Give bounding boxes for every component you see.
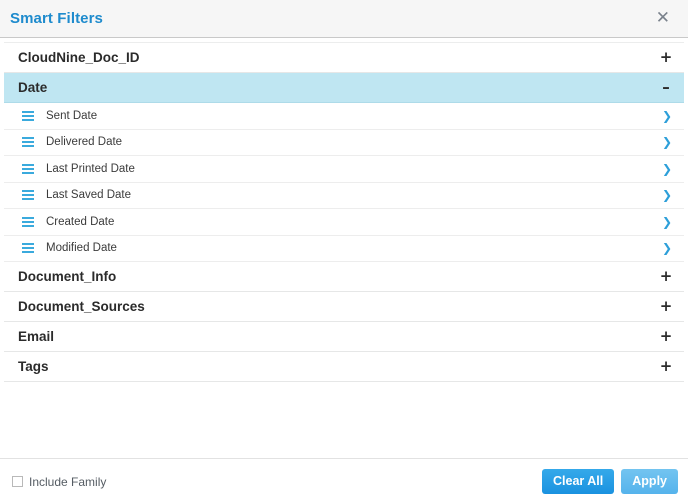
filters-list: CloudNine_Doc_ID + Date – Sent Date ❯ Delivere… bbox=[4, 42, 684, 382]
plus-icon[interactable]: + bbox=[658, 359, 674, 374]
chevron-right-icon[interactable]: ❯ bbox=[662, 216, 672, 228]
include-family-label: Include Family bbox=[29, 474, 107, 489]
footer-actions: Clear All Apply bbox=[542, 468, 678, 495]
plus-icon[interactable]: + bbox=[658, 269, 674, 284]
filter-item-last-saved-date[interactable]: Last Saved Date ❯ bbox=[4, 182, 684, 209]
grip-icon[interactable] bbox=[22, 243, 34, 254]
filter-item-modified-date[interactable]: Modified Date ❯ bbox=[4, 235, 684, 262]
filter-item-last-printed-date[interactable]: Last Printed Date ❯ bbox=[4, 156, 684, 183]
checkbox-box[interactable] bbox=[12, 476, 23, 487]
filter-category-cloudnine-doc-id[interactable]: CloudNine_Doc_ID + bbox=[4, 43, 684, 73]
filter-category-label: Date bbox=[18, 80, 48, 95]
chevron-right-icon[interactable]: ❯ bbox=[662, 242, 672, 254]
filters-scroll-area: CloudNine_Doc_ID + Date – Sent Date ❯ Delivere… bbox=[0, 38, 688, 458]
plus-icon[interactable]: + bbox=[658, 50, 674, 65]
clear-all-button[interactable]: Clear All bbox=[542, 468, 615, 495]
chevron-right-icon[interactable]: ❯ bbox=[662, 189, 672, 201]
filter-category-document-info[interactable]: Document_Info + bbox=[4, 262, 684, 292]
filter-item-label: Delivered Date bbox=[46, 136, 123, 149]
filter-category-label: CloudNine_Doc_ID bbox=[18, 50, 140, 65]
filter-category-tags[interactable]: Tags + bbox=[4, 352, 684, 382]
filter-item-label: Modified Date bbox=[46, 242, 117, 255]
panel-titlebar: Smart Filters ✕ bbox=[0, 0, 688, 38]
filter-item-label: Created Date bbox=[46, 215, 115, 228]
plus-icon[interactable]: + bbox=[658, 299, 674, 314]
filter-category-email[interactable]: Email + bbox=[4, 322, 684, 352]
apply-button[interactable]: Apply bbox=[621, 468, 678, 495]
chevron-right-icon[interactable]: ❯ bbox=[662, 163, 672, 175]
filter-category-label: Tags bbox=[18, 359, 49, 374]
include-family-checkbox[interactable]: Include Family bbox=[12, 475, 106, 489]
filter-item-created-date[interactable]: Created Date ❯ bbox=[4, 209, 684, 236]
chevron-right-icon[interactable]: ❯ bbox=[662, 110, 672, 122]
grip-icon[interactable] bbox=[22, 190, 34, 201]
grip-icon[interactable] bbox=[22, 137, 34, 148]
smart-filters-panel: Smart Filters ✕ CloudNine_Doc_ID + Date – Se… bbox=[0, 0, 688, 504]
close-icon[interactable]: ✕ bbox=[652, 8, 674, 29]
filter-item-label: Last Saved Date bbox=[46, 189, 132, 202]
chevron-right-icon[interactable]: ❯ bbox=[662, 136, 672, 148]
panel-footer: Include Family Clear All Apply bbox=[0, 458, 688, 504]
grip-icon[interactable] bbox=[22, 163, 34, 174]
grip-icon[interactable] bbox=[22, 110, 34, 121]
filter-category-document-sources[interactable]: Document_Sources + bbox=[4, 292, 684, 322]
plus-icon[interactable]: + bbox=[658, 329, 674, 344]
filter-category-label: Document_Info bbox=[18, 269, 117, 284]
filter-item-label: Sent Date bbox=[46, 109, 98, 122]
filter-category-label: Email bbox=[18, 329, 55, 344]
minus-icon[interactable]: – bbox=[658, 80, 674, 95]
panel-title: Smart Filters bbox=[10, 10, 103, 27]
filter-category-date[interactable]: Date – bbox=[4, 73, 684, 103]
filter-category-label: Document_Sources bbox=[18, 299, 145, 314]
grip-icon[interactable] bbox=[22, 216, 34, 227]
filter-item-label: Last Printed Date bbox=[46, 162, 135, 175]
filter-item-delivered-date[interactable]: Delivered Date ❯ bbox=[4, 129, 684, 156]
filter-item-sent-date[interactable]: Sent Date ❯ bbox=[4, 103, 684, 130]
